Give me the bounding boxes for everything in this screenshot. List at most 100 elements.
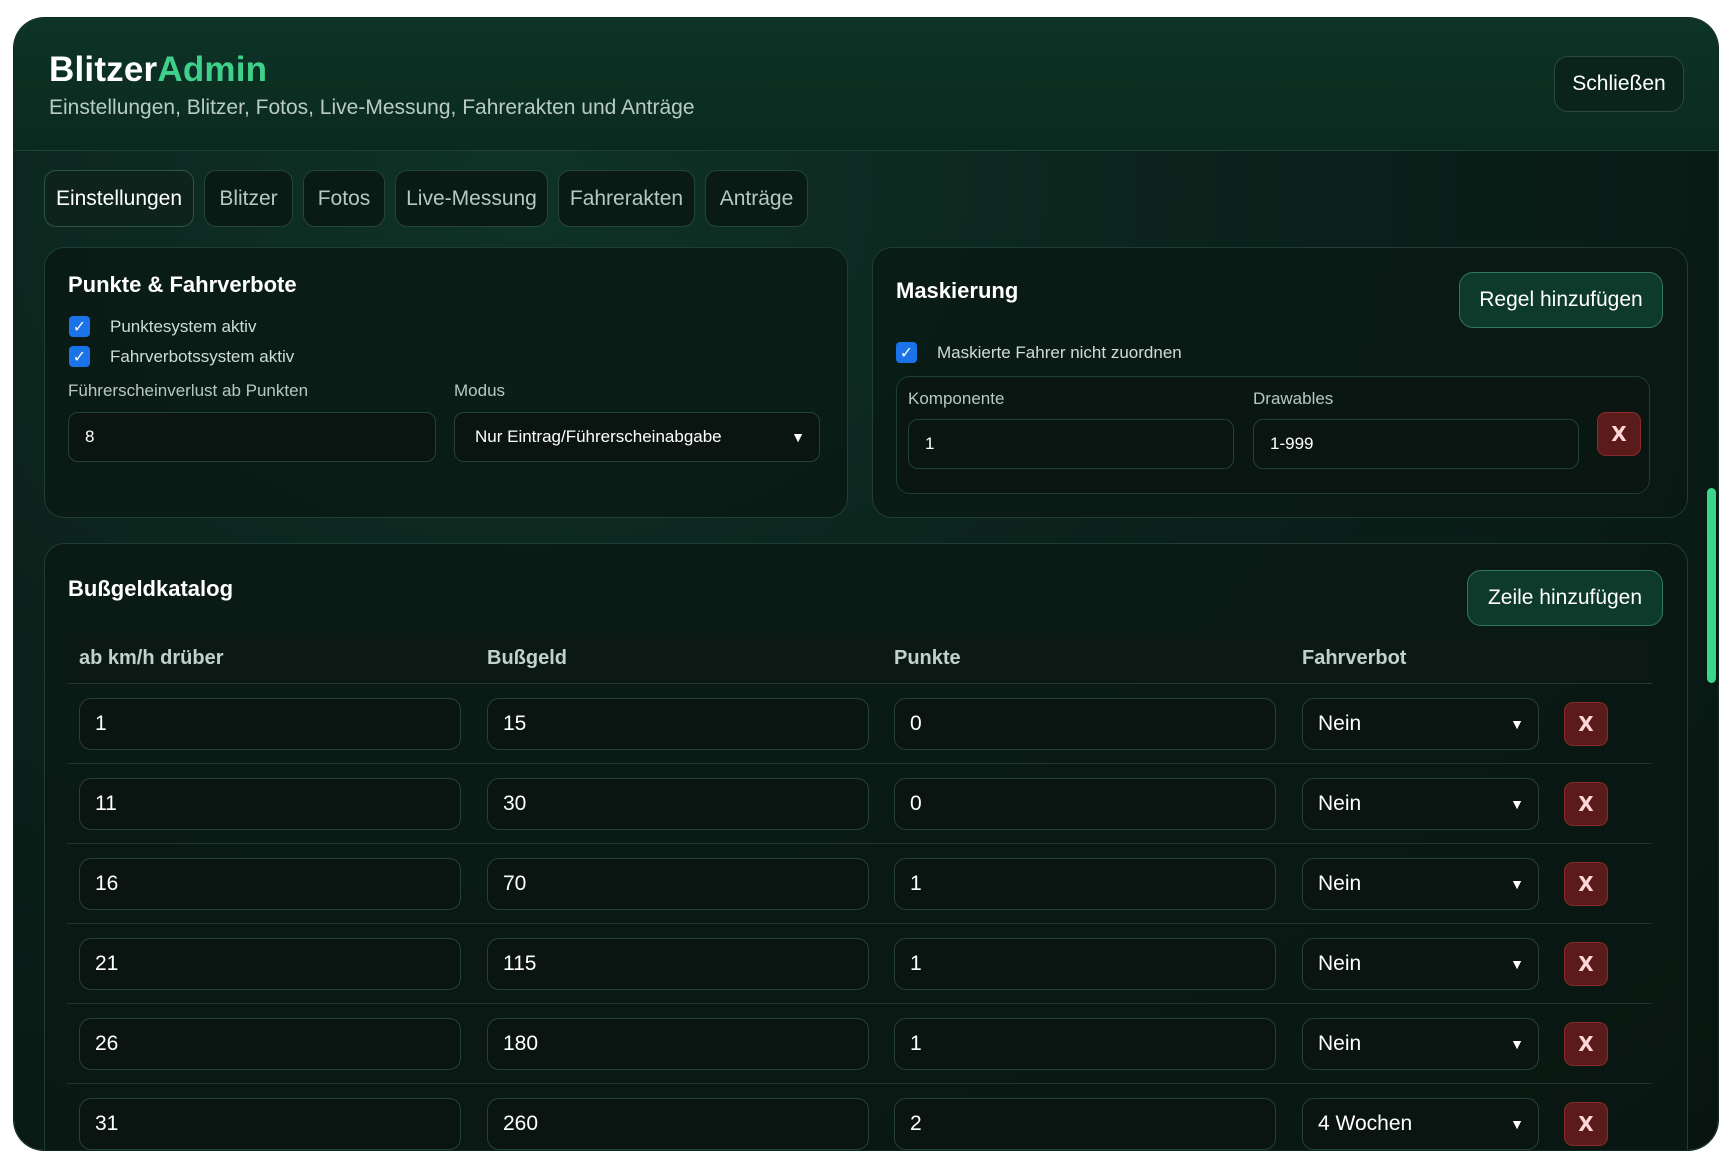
table-row: 11 30 0 Nein ▼ X <box>67 764 1652 844</box>
points-system-label: Punktesystem aktiv <box>110 316 257 336</box>
column-header-ban: Fahrverbot <box>1302 647 1407 669</box>
add-row-button[interactable]: Zeile hinzufügen <box>1467 570 1663 626</box>
scrollbar-thumb[interactable] <box>1707 488 1716 683</box>
chevron-down-icon: ▼ <box>1510 876 1524 892</box>
ban-select[interactable]: Nein ▼ <box>1302 938 1539 990</box>
ban-value: Nein <box>1318 1032 1362 1055</box>
fine-value: 30 <box>503 792 527 815</box>
points-input[interactable]: 0 <box>894 698 1276 750</box>
delete-row-button[interactable]: X <box>1564 862 1608 906</box>
ban-select[interactable]: Nein ▼ <box>1302 778 1539 830</box>
points-system-checkbox[interactable]: ✓ <box>69 316 90 337</box>
drawables-input[interactable]: 1-999 <box>1253 419 1579 469</box>
component-input[interactable]: 1 <box>908 419 1234 469</box>
admin-window: BlitzerAdmin Einstellungen, Blitzer, Fot… <box>14 18 1718 1150</box>
fine-value: 70 <box>503 872 527 895</box>
close-icon: X <box>1578 792 1594 816</box>
fine-value: 260 <box>503 1112 539 1135</box>
fine-input[interactable]: 30 <box>487 778 869 830</box>
masking-card: Maskierung Regel hinzufügen ✓ Maskierte … <box>872 247 1688 518</box>
fine-input[interactable]: 180 <box>487 1018 869 1070</box>
close-icon: X <box>1578 872 1594 896</box>
table-row: 26 180 1 Nein ▼ X <box>67 1004 1652 1084</box>
kmh-value: 16 <box>95 872 119 895</box>
delete-rule-button[interactable]: X <box>1597 412 1641 456</box>
delete-row-button[interactable]: X <box>1564 1102 1608 1146</box>
threshold-input[interactable]: 8 <box>68 412 436 462</box>
ban-value: Nein <box>1318 872 1362 895</box>
threshold-label: Führerscheinverlust ab Punkten <box>68 381 309 400</box>
points-input[interactable]: 1 <box>894 938 1276 990</box>
ban-system-label: Fahrverbotssystem aktiv <box>110 346 295 366</box>
masked-drivers-checkbox[interactable]: ✓ <box>896 342 917 363</box>
kmh-input[interactable]: 31 <box>79 1098 461 1150</box>
close-icon: X <box>1578 952 1594 976</box>
points-input[interactable]: 1 <box>894 1018 1276 1070</box>
ban-system-checkbox-row[interactable]: ✓ Fahrverbotssystem aktiv <box>69 346 294 367</box>
points-value: 0 <box>910 792 922 815</box>
column-header-kmh: ab km/h drüber <box>79 647 224 669</box>
ban-select[interactable]: Nein ▼ <box>1302 858 1539 910</box>
fine-input[interactable]: 15 <box>487 698 869 750</box>
masked-drivers-label: Maskierte Fahrer nicht zuordnen <box>937 342 1182 362</box>
mode-select[interactable]: Nur Eintrag/Führerscheinabgabe ▼ <box>454 412 820 462</box>
close-icon: X <box>1578 1112 1594 1136</box>
chevron-down-icon: ▼ <box>1510 716 1524 732</box>
threshold-value: 8 <box>85 427 95 446</box>
kmh-input[interactable]: 26 <box>79 1018 461 1070</box>
ban-system-checkbox[interactable]: ✓ <box>69 346 90 367</box>
tab-blitzer[interactable]: Blitzer <box>204 170 293 227</box>
close-icon: X <box>1578 1032 1594 1056</box>
table-row: 16 70 1 Nein ▼ X <box>67 844 1652 924</box>
close-icon: X <box>1611 422 1627 446</box>
fine-catalog-card: Bußgeldkatalog Zeile hinzufügen ab km/h … <box>44 543 1688 1150</box>
masked-drivers-checkbox-row[interactable]: ✓ Maskierte Fahrer nicht zuordnen <box>896 342 1182 363</box>
table-row: 1 15 0 Nein ▼ X <box>67 684 1652 764</box>
fine-value: 115 <box>503 952 537 975</box>
drawables-value: 1-999 <box>1270 434 1314 453</box>
tab-live-messung[interactable]: Live-Messung <box>395 170 548 227</box>
add-rule-button[interactable]: Regel hinzufügen <box>1459 272 1663 328</box>
delete-row-button[interactable]: X <box>1564 782 1608 826</box>
brand-part-2: Admin <box>157 50 268 89</box>
tab-antraege[interactable]: Anträge <box>705 170 808 227</box>
kmh-input[interactable]: 21 <box>79 938 461 990</box>
chevron-down-icon: ▼ <box>1510 1036 1524 1052</box>
delete-row-button[interactable]: X <box>1564 1022 1608 1066</box>
points-title: Punkte & Fahrverbote <box>68 272 297 297</box>
kmh-value: 31 <box>95 1112 119 1135</box>
table-row: 31 260 2 4 Wochen ▼ X <box>67 1084 1652 1150</box>
tab-fahrerakten[interactable]: Fahrerakten <box>558 170 695 227</box>
ban-select[interactable]: Nein ▼ <box>1302 698 1539 750</box>
delete-row-button[interactable]: X <box>1564 702 1608 746</box>
kmh-input[interactable]: 11 <box>79 778 461 830</box>
tab-einstellungen[interactable]: Einstellungen <box>44 170 194 227</box>
column-header-points: Punkte <box>894 647 961 669</box>
points-input[interactable]: 2 <box>894 1098 1276 1150</box>
fine-input[interactable]: 115 <box>487 938 869 990</box>
points-system-checkbox-row[interactable]: ✓ Punktesystem aktiv <box>69 316 256 337</box>
ban-select[interactable]: Nein ▼ <box>1302 1018 1539 1070</box>
fine-input[interactable]: 260 <box>487 1098 869 1150</box>
points-value: 1 <box>910 872 922 895</box>
points-value: 1 <box>910 952 922 975</box>
masking-title: Maskierung <box>896 278 1019 303</box>
fine-value: 180 <box>503 1032 539 1055</box>
tab-fotos[interactable]: Fotos <box>303 170 385 227</box>
kmh-value: 1 <box>95 712 107 735</box>
catalog-table-header: ab km/h drüber Bußgeld Punkte Fahrverbot <box>67 634 1652 684</box>
delete-row-button[interactable]: X <box>1564 942 1608 986</box>
ban-select[interactable]: 4 Wochen ▼ <box>1302 1098 1539 1150</box>
fine-value: 15 <box>503 712 527 735</box>
catalog-title: Bußgeldkatalog <box>68 576 234 601</box>
mask-rule-box: Komponente 1 Drawables 1-999 X <box>896 376 1650 494</box>
close-icon: X <box>1578 712 1594 736</box>
points-input[interactable]: 1 <box>894 858 1276 910</box>
table-row: 21 115 1 Nein ▼ X <box>67 924 1652 1004</box>
fine-input[interactable]: 70 <box>487 858 869 910</box>
kmh-input[interactable]: 16 <box>79 858 461 910</box>
close-button[interactable]: Schließen <box>1554 56 1684 112</box>
kmh-input[interactable]: 1 <box>79 698 461 750</box>
chevron-down-icon: ▼ <box>1510 956 1524 972</box>
points-input[interactable]: 0 <box>894 778 1276 830</box>
